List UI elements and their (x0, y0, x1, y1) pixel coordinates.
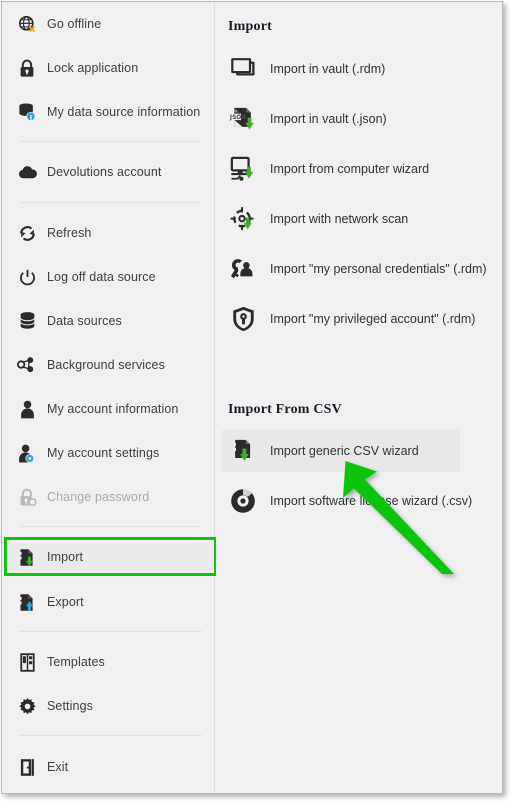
key-user-icon (226, 252, 260, 286)
item-label: Import with network scan (270, 212, 409, 226)
sidebar-item-label: Settings (47, 699, 93, 713)
user-icon (16, 398, 38, 420)
user-settings-icon (16, 442, 38, 464)
exit-door-icon (16, 756, 38, 778)
vault-rdm-icon (226, 52, 260, 86)
globe-offline-icon (16, 13, 38, 35)
sidebar-separator (20, 526, 202, 527)
database-stack-icon (16, 310, 38, 332)
sidebar-item-import[interactable]: Import (2, 543, 215, 571)
sidebar-item-label: My data source information (47, 105, 201, 119)
section-heading-import-from-csv: Import From CSV (228, 402, 342, 417)
item-label: Import software license wizard (.csv) (270, 494, 473, 508)
sidebar-item-background-services[interactable]: Background services (2, 351, 215, 379)
csv-file-import-icon (226, 434, 260, 468)
item-label: Import in vault (.rdm) (270, 62, 386, 76)
sidebar-item-settings[interactable]: Settings (2, 692, 215, 720)
item-import-in-vault-rdm[interactable]: Import in vault (.rdm) (222, 48, 460, 90)
network-scan-icon (226, 202, 260, 236)
item-label: Import generic CSV wizard (270, 444, 419, 458)
item-import-generic-csv-wizard[interactable]: Import generic CSV wizard (222, 430, 460, 472)
sidebar-item-exit[interactable]: Exit (2, 753, 215, 781)
sidebar-item-lock-application[interactable]: Lock application (2, 54, 215, 82)
sidebar-item-label: Lock application (47, 61, 139, 75)
sidebar-item-label: Export (47, 595, 84, 609)
sidebar-separator (20, 735, 202, 736)
sidebar-item-refresh[interactable]: Refresh (2, 219, 215, 247)
database-info-icon (16, 101, 38, 123)
shield-key-icon (226, 302, 260, 336)
item-import-my-privileged-account[interactable]: Import "my privileged account" (.rdm) (222, 298, 475, 340)
sidebar: Go offline Lock application My data sour… (2, 2, 215, 793)
sidebar-separator (20, 141, 202, 142)
padlock-key-icon (16, 486, 38, 508)
sidebar-item-label: My account information (47, 402, 179, 416)
sidebar-item-label: Go offline (47, 17, 102, 31)
sidebar-item-change-password: Change password (2, 483, 215, 511)
sidebar-item-my-data-source-information[interactable]: My data source information (2, 98, 215, 126)
padlock-icon (16, 57, 38, 79)
item-import-from-computer-wizard[interactable]: Import from computer wizard (222, 148, 460, 190)
sidebar-item-label: Devolutions account (47, 165, 162, 179)
sidebar-item-label: Data sources (47, 314, 122, 328)
sidebar-separator (20, 202, 202, 203)
vault-json-icon: JSON (226, 102, 260, 136)
import-file-icon (16, 546, 38, 568)
services-nodes-icon (16, 354, 38, 376)
sidebar-item-label: Background services (47, 358, 165, 372)
item-label: Import "my personal credentials" (.rdm) (270, 262, 487, 276)
item-import-software-license-wizard[interactable]: Import software license wizard (.csv) (222, 480, 472, 522)
computer-import-icon (226, 152, 260, 186)
sidebar-separator (20, 631, 202, 632)
cloud-icon (16, 161, 38, 183)
disc-icon (226, 484, 260, 518)
item-label: Import "my privileged account" (.rdm) (270, 312, 476, 326)
sidebar-item-label: Exit (47, 760, 69, 774)
sidebar-item-data-sources[interactable]: Data sources (2, 307, 215, 335)
item-import-in-vault-json[interactable]: JSON Import in vault (.json) (222, 98, 460, 140)
item-import-my-personal-credentials[interactable]: Import "my personal credentials" (.rdm) (222, 248, 487, 290)
gear-icon (16, 695, 38, 717)
item-label: Import in vault (.json) (270, 112, 387, 126)
application-window: Go offline Lock application My data sour… (1, 1, 503, 794)
sidebar-item-label: My account settings (47, 446, 160, 460)
svg-text:JSON: JSON (229, 115, 246, 121)
sidebar-item-label: Change password (47, 490, 150, 504)
refresh-icon (16, 222, 38, 244)
section-heading-import: Import (228, 19, 272, 34)
sidebar-item-label: Templates (47, 655, 105, 669)
sidebar-item-devolutions-account[interactable]: Devolutions account (2, 158, 215, 186)
power-icon (16, 266, 38, 288)
sidebar-item-my-account-information[interactable]: My account information (2, 395, 215, 423)
import-panel: Import Import in vault (.rdm) JSON Impor… (216, 2, 502, 793)
sidebar-item-go-offline[interactable]: Go offline (2, 10, 215, 38)
templates-icon (16, 651, 38, 673)
export-file-icon (16, 591, 38, 613)
sidebar-item-templates[interactable]: Templates (2, 648, 215, 676)
item-label: Import from computer wizard (270, 162, 430, 176)
sidebar-item-my-account-settings[interactable]: My account settings (2, 439, 215, 467)
sidebar-item-label: Log off data source (47, 270, 156, 284)
item-import-with-network-scan[interactable]: Import with network scan (222, 198, 460, 240)
sidebar-item-label: Import (47, 550, 84, 564)
sidebar-item-export[interactable]: Export (2, 588, 215, 616)
sidebar-item-label: Refresh (47, 226, 92, 240)
sidebar-item-log-off-data-source[interactable]: Log off data source (2, 263, 215, 291)
